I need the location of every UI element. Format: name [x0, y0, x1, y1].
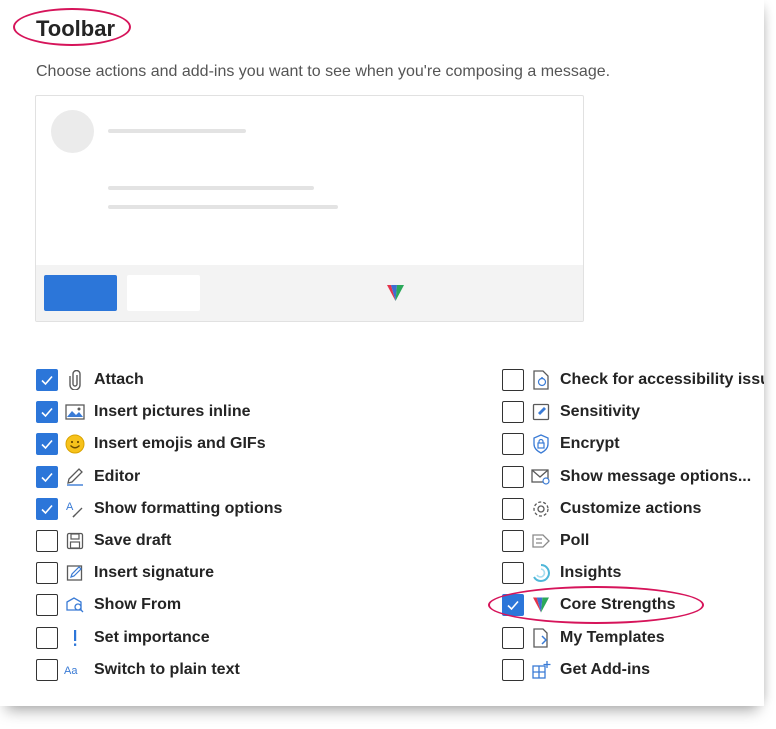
- toolbar-option-insights[interactable]: Insights: [502, 560, 621, 586]
- compose-preview: [35, 95, 584, 322]
- option-label: Encrypt: [560, 435, 620, 452]
- toolbar-option-get-add-ins[interactable]: Get Add-ins: [502, 657, 650, 683]
- poll-icon: [530, 530, 552, 552]
- option-label: Insert emojis and GIFs: [94, 435, 266, 452]
- option-label: Editor: [94, 468, 141, 485]
- checkbox[interactable]: [36, 498, 58, 520]
- option-label: Show formatting options: [94, 500, 283, 517]
- preview-line: [108, 186, 314, 190]
- checkbox[interactable]: [502, 466, 524, 488]
- option-label: Check for accessibility issues: [560, 371, 764, 388]
- toolbar-option-save-draft[interactable]: Save draft: [36, 528, 171, 554]
- checkbox[interactable]: [36, 627, 58, 649]
- toolbar-option-insert-emojis-and-gifs[interactable]: Insert emojis and GIFs: [36, 431, 266, 457]
- option-label: Switch to plain text: [94, 661, 240, 678]
- option-label: Get Add-ins: [560, 661, 651, 678]
- preview-line: [108, 205, 338, 209]
- core-strengths-preview-icon: [387, 285, 404, 301]
- checkbox[interactable]: [36, 594, 58, 616]
- title-highlight-ring: [13, 8, 131, 46]
- option-label: Insert pictures inline: [94, 403, 251, 420]
- toolbar-option-my-templates[interactable]: My Templates: [502, 625, 665, 651]
- message-options-icon: [530, 466, 552, 488]
- checkbox[interactable]: [36, 466, 58, 488]
- checkbox[interactable]: [36, 562, 58, 584]
- emoji-icon: [64, 433, 86, 455]
- option-label: Poll: [560, 532, 590, 549]
- toolbar-option-poll[interactable]: Poll: [502, 528, 589, 554]
- option-label: Show message options...: [560, 468, 752, 485]
- toolbar-option-show-message-options[interactable]: Show message options...: [502, 464, 751, 490]
- text-format-icon: A: [64, 498, 86, 520]
- toolbar-option-editor[interactable]: Editor: [36, 464, 140, 490]
- panel-content: Toolbar Choose actions and add-ins you w…: [0, 0, 764, 706]
- toolbar-option-check-for-accessibility-issues[interactable]: Check for accessibility issues: [502, 367, 764, 393]
- option-label: Attach: [94, 371, 144, 388]
- svg-text:A: A: [66, 501, 74, 513]
- checkbox[interactable]: [502, 562, 524, 584]
- signature-icon: [64, 562, 86, 584]
- preview-line: [108, 129, 246, 133]
- add-ins-icon: [530, 659, 552, 681]
- toolbar-option-switch-to-plain-text[interactable]: Aa Switch to plain text: [36, 657, 240, 683]
- checkbox[interactable]: [502, 627, 524, 649]
- toolbar-option-insert-signature[interactable]: Insert signature: [36, 560, 214, 586]
- checkbox[interactable]: [502, 401, 524, 423]
- avatar: [51, 110, 94, 153]
- option-label: My Templates: [560, 629, 665, 646]
- toolbar-option-insert-pictures-inline[interactable]: Insert pictures inline: [36, 399, 250, 425]
- svg-text:Aa: Aa: [64, 665, 78, 677]
- checkbox[interactable]: [36, 433, 58, 455]
- toolbar-option-attach[interactable]: Attach: [36, 367, 144, 393]
- checkbox[interactable]: [502, 433, 524, 455]
- option-label: Show From: [94, 596, 182, 613]
- preview-send-button: [44, 275, 117, 311]
- checkbox[interactable]: [36, 659, 58, 681]
- editor-pen-icon: [64, 466, 86, 488]
- plain-text-icon: Aa: [64, 659, 86, 681]
- page-subtitle: Choose actions and add-ins you want to s…: [36, 63, 611, 80]
- preview-discard-button: [127, 275, 200, 311]
- toolbar-option-encrypt[interactable]: Encrypt: [502, 431, 620, 457]
- core-strengths-highlight-ring: [488, 586, 704, 624]
- toolbar-option-sensitivity[interactable]: Sensitivity: [502, 399, 640, 425]
- option-label: Sensitivity: [560, 403, 641, 420]
- save-icon: [64, 530, 86, 552]
- paperclip-icon: [64, 369, 86, 391]
- toolbar-option-customize-actions[interactable]: Customize actions: [502, 496, 701, 522]
- templates-icon: [530, 627, 552, 649]
- toolbar-option-show-from[interactable]: Show From: [36, 592, 181, 618]
- option-label: Set importance: [94, 629, 210, 646]
- sensitivity-icon: [530, 401, 552, 423]
- option-label: Save draft: [94, 532, 172, 549]
- toolbar-settings-panel: Toolbar Choose actions and add-ins you w…: [0, 0, 764, 706]
- preview-toolbar: [36, 265, 583, 321]
- checkbox[interactable]: [36, 369, 58, 391]
- toolbar-option-set-importance[interactable]: Set importance: [36, 625, 210, 651]
- accessibility-icon: [530, 369, 552, 391]
- checkbox[interactable]: [502, 369, 524, 391]
- checkbox[interactable]: [502, 530, 524, 552]
- checkbox[interactable]: [36, 530, 58, 552]
- option-label: Customize actions: [560, 500, 702, 517]
- checkbox[interactable]: [36, 401, 58, 423]
- gear-icon: [530, 498, 552, 520]
- insights-icon: [530, 562, 552, 584]
- encrypt-lock-icon: [530, 433, 552, 455]
- toolbar-option-show-formatting-options[interactable]: A Show formatting options: [36, 496, 282, 522]
- image-icon: [64, 401, 86, 423]
- exclamation-icon: [64, 627, 86, 649]
- option-label: Insert signature: [94, 564, 215, 581]
- checkbox[interactable]: [502, 498, 524, 520]
- checkbox[interactable]: [502, 659, 524, 681]
- option-label: Insights: [560, 564, 622, 581]
- show-from-icon: [64, 594, 86, 616]
